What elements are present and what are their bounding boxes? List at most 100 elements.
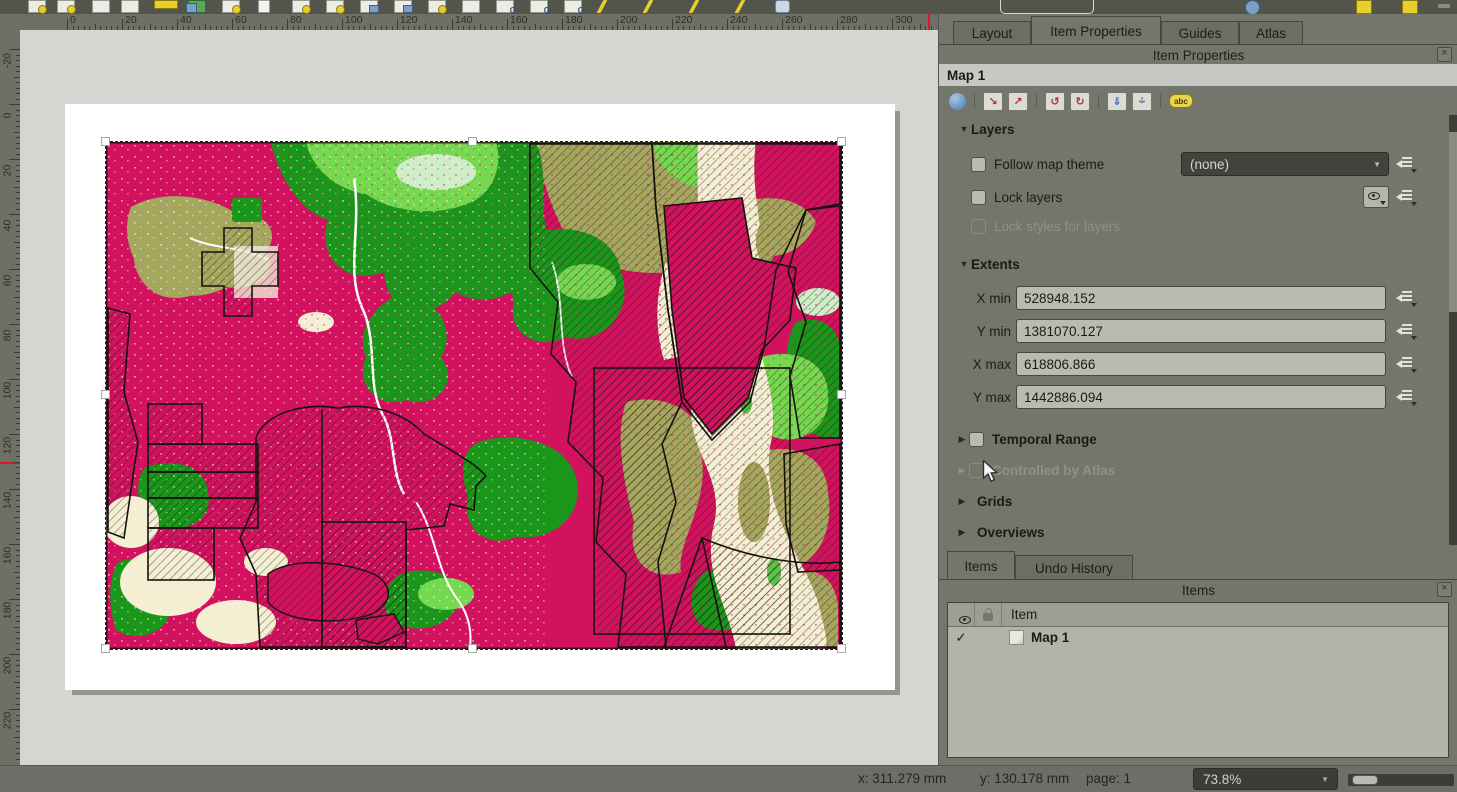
section-layers[interactable]: ▼ Layers — [939, 117, 1457, 141]
item-column-header[interactable]: Item — [1002, 603, 1448, 626]
tab-guides[interactable]: Guides — [1161, 21, 1239, 45]
selection-handle[interactable] — [101, 137, 110, 146]
data-defined-override-icon[interactable] — [1395, 290, 1417, 306]
expand-arrow-icon[interactable]: ▶ — [955, 434, 969, 445]
toolbar-icon-stub[interactable] — [154, 0, 178, 9]
ruler-label: 0 — [70, 14, 76, 26]
ruler-label: 20 — [2, 160, 13, 182]
section-grids[interactable]: ▶ Grids — [939, 489, 1457, 513]
follow-map-theme-checkbox[interactable] — [971, 157, 986, 172]
set-scale-to-canvas-icon[interactable]: ↺ — [1045, 92, 1065, 111]
toolbar-icon-stub[interactable] — [689, 0, 700, 13]
toolbar-icon-stub[interactable] — [1356, 0, 1372, 14]
row-lock-layers: Lock layers — [939, 185, 1457, 209]
section-temporal-range[interactable]: ▶ Temporal Range — [939, 427, 1457, 451]
toolbar-icon-stub[interactable] — [28, 0, 46, 13]
toolbar-icon-stub[interactable] — [496, 0, 514, 13]
zoom-level-select[interactable]: 73.8% ▼ — [1193, 768, 1338, 790]
toolbar-icon-stub[interactable] — [360, 0, 378, 13]
toolbar-icon-stub[interactable] — [92, 0, 110, 13]
items-table-row[interactable]: ✓ Map 1 — [948, 626, 1448, 649]
toolbar-icon-stub[interactable] — [326, 0, 344, 13]
data-defined-override-icon[interactable] — [1395, 156, 1417, 172]
set-extent-to-canvas-icon[interactable]: ↘ — [983, 92, 1003, 111]
y-max-input[interactable] — [1016, 385, 1386, 409]
tab-undo-history[interactable]: Undo History — [1015, 555, 1133, 580]
data-defined-override-icon[interactable] — [1395, 356, 1417, 372]
item-visible-check[interactable]: ✓ — [948, 630, 974, 646]
toolbar-icon-stub[interactable] — [57, 0, 75, 13]
toolbar-icon-stub[interactable] — [462, 0, 480, 13]
ruler-label: 60 — [235, 14, 247, 26]
toolbar-icon-stub[interactable] — [597, 0, 608, 13]
interactive-extent-edit-icon[interactable]: ⇓ — [1107, 92, 1127, 111]
toolbar-icon-stub[interactable] — [775, 0, 790, 13]
toolbar-icon-stub[interactable] — [258, 0, 270, 13]
layout-canvas[interactable] — [20, 30, 938, 765]
data-defined-override-icon[interactable] — [1395, 389, 1417, 405]
x-min-input[interactable] — [1016, 286, 1386, 310]
update-map-preview-icon[interactable] — [949, 93, 966, 110]
lock-column-header[interactable] — [975, 603, 1002, 626]
visibility-column-header[interactable] — [948, 603, 975, 626]
toolbar-icon-stub[interactable] — [394, 0, 412, 13]
toolbar-icon-stub[interactable] — [735, 0, 746, 13]
collapse-arrow-icon[interactable]: ▼ — [957, 259, 971, 269]
panel-title: Item Properties — [939, 48, 1457, 64]
toolbar-icon-stub[interactable] — [1245, 0, 1260, 14]
selection-handle[interactable] — [101, 390, 110, 399]
toolbar-icon-stub[interactable] — [1438, 4, 1450, 8]
selection-handle[interactable] — [468, 644, 477, 653]
zoom-slider-handle[interactable] — [1352, 775, 1378, 785]
data-defined-override-icon[interactable] — [1395, 323, 1417, 339]
selection-handle[interactable] — [837, 137, 846, 146]
section-extents[interactable]: ▼ Extents — [939, 252, 1457, 276]
expand-arrow-icon[interactable]: ▶ — [955, 527, 969, 538]
expand-arrow-icon[interactable]: ▶ — [955, 496, 969, 507]
temporal-range-checkbox[interactable] — [969, 432, 984, 447]
zoom-slider[interactable] — [1348, 774, 1454, 786]
ruler-corner — [0, 14, 20, 31]
collapse-arrow-icon[interactable]: ▼ — [957, 124, 971, 134]
lock-layers-checkbox[interactable] — [971, 190, 986, 205]
toolbar-icon-stub[interactable] — [292, 0, 310, 13]
data-defined-override-icon[interactable] — [1395, 189, 1417, 205]
ruler-label: 100 — [345, 14, 363, 26]
map-theme-select[interactable]: (none) ▼ — [1181, 152, 1389, 176]
panel-scrollbar[interactable] — [1449, 115, 1457, 545]
x-max-input[interactable] — [1016, 352, 1386, 376]
close-panel-icon[interactable]: × — [1437, 47, 1452, 62]
selection-handle[interactable] — [837, 644, 846, 653]
toolbar-icon-stub[interactable] — [564, 0, 582, 13]
labeling-settings-icon[interactable]: abc — [1169, 94, 1193, 108]
toolbar-icon-stub[interactable] — [188, 0, 206, 13]
y-min-input[interactable] — [1016, 319, 1386, 343]
map-item[interactable] — [105, 141, 843, 650]
ruler-label: 40 — [2, 215, 13, 237]
visibility-preset-button[interactable] — [1363, 186, 1389, 208]
cursor-x-readout: x: 311.279 mm — [858, 771, 946, 786]
view-extent-in-canvas-icon[interactable]: ↗ — [1008, 92, 1028, 111]
tab-layout[interactable]: Layout — [953, 21, 1031, 45]
toolbar-icon-stub[interactable] — [643, 0, 654, 13]
selection-handle[interactable] — [837, 390, 846, 399]
tab-atlas[interactable]: Atlas — [1239, 21, 1303, 45]
selection-handle[interactable] — [101, 644, 110, 653]
scrollbar-thumb[interactable] — [1449, 132, 1457, 312]
view-scale-in-canvas-icon[interactable]: ↻ — [1070, 92, 1090, 111]
toolbar-icon-stub[interactable] — [428, 0, 446, 13]
close-items-panel-icon[interactable]: × — [1437, 582, 1452, 597]
map-item-toolbar: ↘ ↗ ↺ ↻ ⇓ ↔↕ abc — [939, 88, 1457, 114]
tab-items[interactable]: Items — [947, 551, 1015, 580]
toolbar-icon-stub[interactable] — [1402, 0, 1418, 14]
ruler-label: 180 — [2, 600, 13, 622]
ruler-label: 200 — [620, 14, 638, 26]
toolbar-icon-stub[interactable] — [222, 0, 240, 13]
tab-item-properties[interactable]: Item Properties — [1031, 16, 1161, 45]
move-content-icon[interactable]: ↔↕ — [1132, 92, 1152, 111]
toolbar-icon-stub[interactable] — [530, 0, 548, 13]
section-overviews[interactable]: ▶ Overviews — [939, 520, 1457, 544]
toolbar-icon-stub[interactable] — [121, 0, 139, 13]
selection-handle[interactable] — [468, 137, 477, 146]
ruler-label: 140 — [455, 14, 473, 26]
